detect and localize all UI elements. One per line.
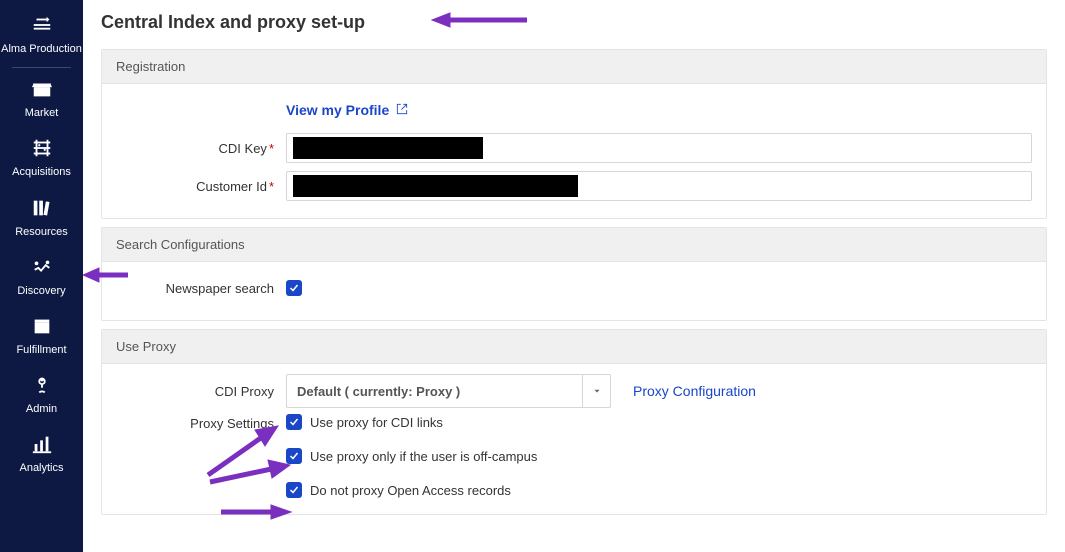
do-not-proxy-oa-checkbox[interactable] bbox=[286, 482, 302, 498]
sidebar: Alma Production Market Acquisitions Reso… bbox=[0, 0, 83, 552]
market-icon bbox=[31, 78, 53, 103]
external-link-icon bbox=[395, 102, 409, 119]
proxy-configuration-link[interactable]: Proxy Configuration bbox=[633, 383, 756, 399]
customer-id-field[interactable] bbox=[286, 171, 1032, 201]
sidebar-item-label: Fulfillment bbox=[16, 344, 66, 356]
checkbox-label: Use proxy for CDI links bbox=[310, 415, 443, 430]
sidebar-item-admin[interactable]: Admin bbox=[0, 366, 83, 425]
sidebar-item-label: Admin bbox=[26, 403, 57, 415]
sidebar-divider bbox=[12, 67, 70, 68]
sidebar-item-market[interactable]: Market bbox=[0, 70, 83, 129]
section-header-search: Search Configurations bbox=[102, 228, 1046, 262]
view-my-profile-link[interactable]: View my Profile bbox=[286, 102, 409, 119]
redacted-value bbox=[293, 137, 483, 159]
proxy-settings-label: Proxy Settings bbox=[116, 414, 286, 431]
alma-icon bbox=[31, 14, 53, 39]
sidebar-item-fulfillment[interactable]: Fulfillment bbox=[0, 307, 83, 366]
chevron-down-icon[interactable] bbox=[582, 375, 610, 407]
resources-icon bbox=[31, 197, 53, 222]
sidebar-item-label: Discovery bbox=[17, 285, 65, 297]
sidebar-item-discovery[interactable]: Discovery bbox=[0, 248, 83, 307]
acquisitions-icon bbox=[31, 137, 53, 162]
cdi-proxy-select[interactable]: Default ( currently: Proxy ) bbox=[286, 374, 611, 408]
sidebar-item-resources[interactable]: Resources bbox=[0, 189, 83, 248]
cdi-proxy-label: CDI Proxy bbox=[116, 384, 286, 399]
section-use-proxy: Use Proxy CDI Proxy Default ( currently:… bbox=[101, 329, 1047, 515]
sidebar-item-acquisitions[interactable]: Acquisitions bbox=[0, 129, 83, 188]
use-proxy-off-campus-checkbox[interactable] bbox=[286, 448, 302, 464]
checkbox-label: Use proxy only if the user is off-campus bbox=[310, 449, 537, 464]
link-label: View my Profile bbox=[286, 102, 389, 118]
section-registration: Registration View my Profile bbox=[101, 49, 1047, 219]
section-header-registration: Registration bbox=[102, 50, 1046, 84]
checkbox-label: Do not proxy Open Access records bbox=[310, 483, 511, 498]
cdi-key-field[interactable] bbox=[286, 133, 1032, 163]
use-proxy-cdi-links-checkbox[interactable] bbox=[286, 414, 302, 430]
cdi-key-label: CDI Key* bbox=[116, 141, 286, 156]
discovery-icon bbox=[31, 256, 53, 281]
newspaper-search-checkbox[interactable] bbox=[286, 280, 302, 296]
page-title: Central Index and proxy set-up bbox=[83, 0, 1065, 41]
select-value: Default ( currently: Proxy ) bbox=[287, 375, 582, 407]
sidebar-item-label: Acquisitions bbox=[12, 166, 71, 178]
sidebar-item-alma[interactable]: Alma Production bbox=[0, 6, 83, 65]
admin-icon bbox=[31, 374, 53, 399]
sidebar-item-label: Resources bbox=[15, 226, 68, 238]
section-header-proxy: Use Proxy bbox=[102, 330, 1046, 364]
sidebar-item-label: Alma Production bbox=[1, 43, 82, 55]
section-search-config: Search Configurations Newspaper search bbox=[101, 227, 1047, 321]
sidebar-item-analytics[interactable]: Analytics bbox=[0, 425, 83, 484]
analytics-icon bbox=[31, 433, 53, 458]
sidebar-item-label: Market bbox=[25, 107, 59, 119]
fulfillment-icon bbox=[31, 315, 53, 340]
sidebar-item-label: Analytics bbox=[19, 462, 63, 474]
redacted-value bbox=[293, 175, 578, 197]
customer-id-label: Customer Id* bbox=[116, 179, 286, 194]
newspaper-search-label: Newspaper search bbox=[116, 281, 286, 296]
